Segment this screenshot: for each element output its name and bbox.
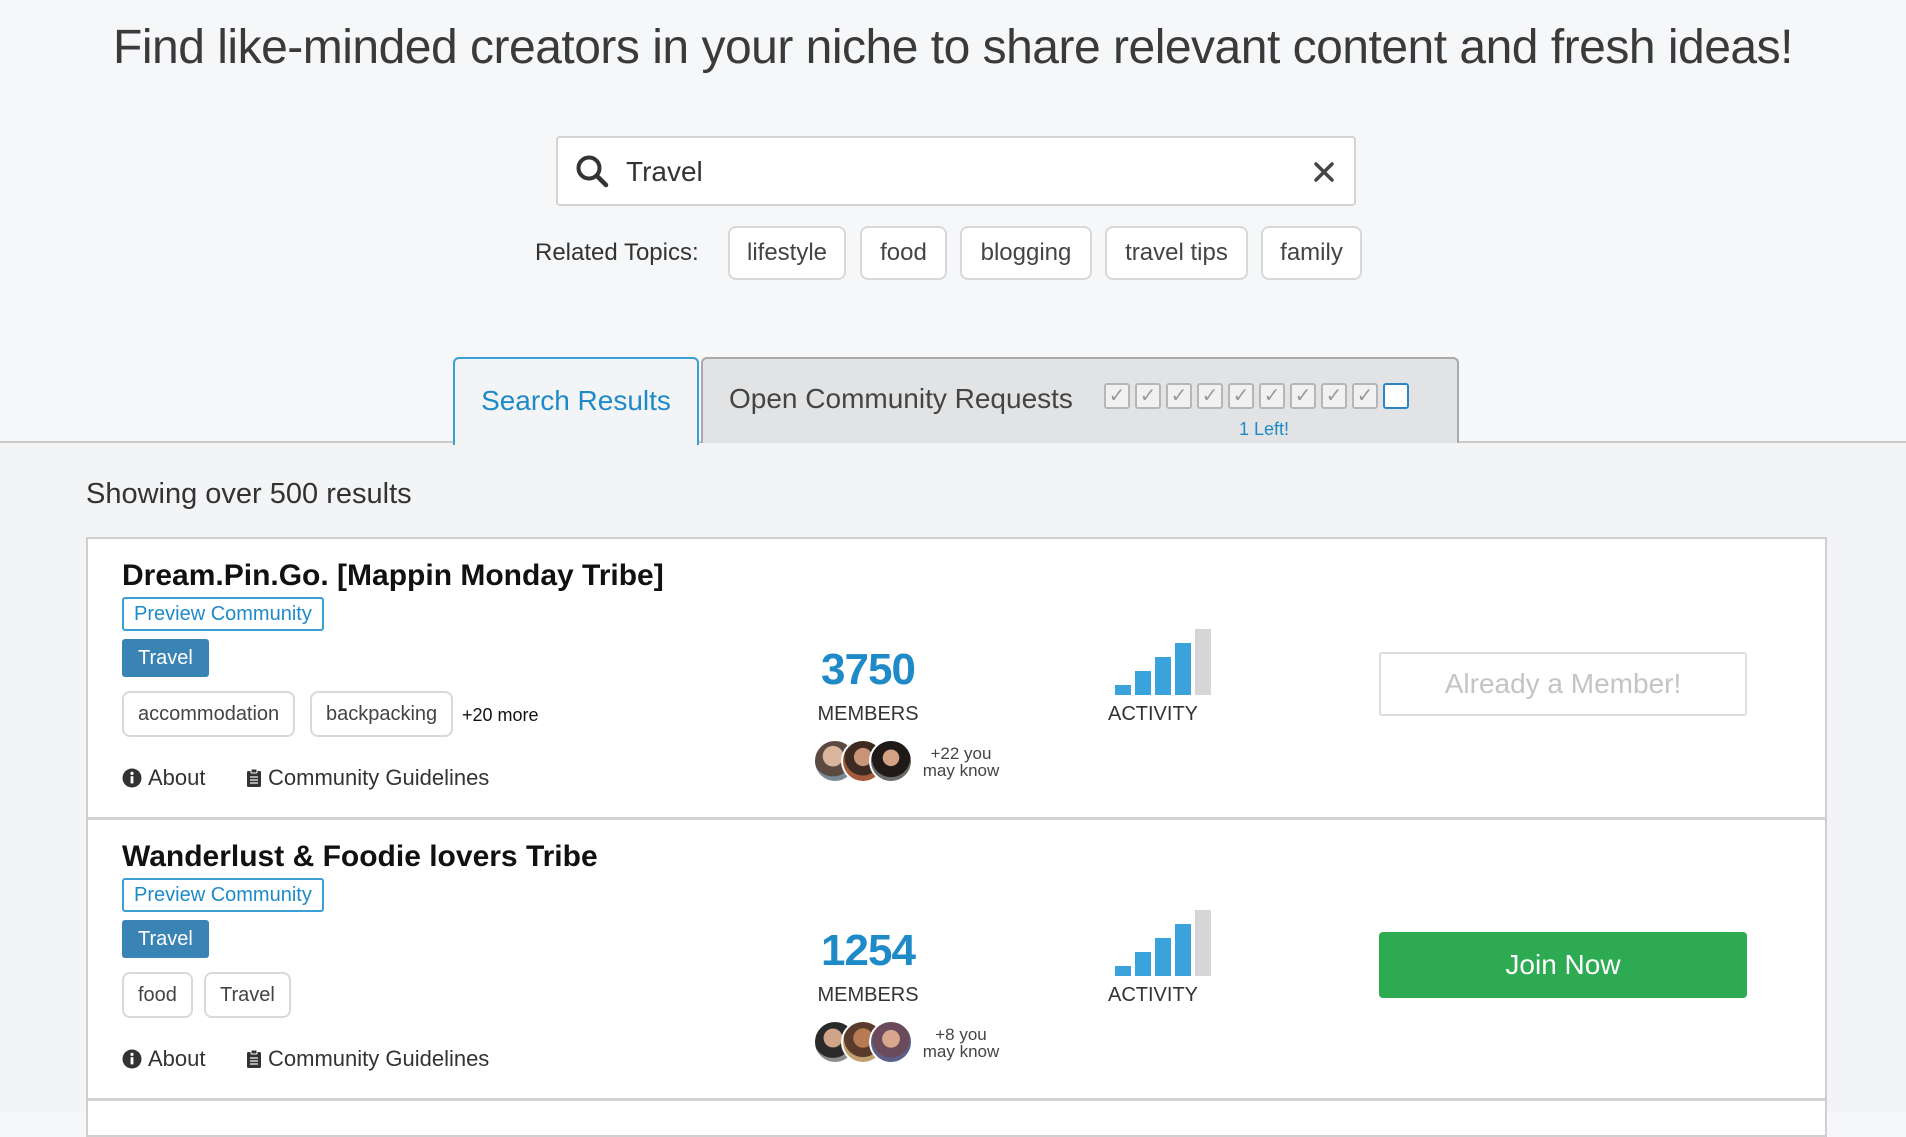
about-label: About: [148, 765, 206, 790]
search-icon: [576, 155, 609, 188]
community-title[interactable]: Dream.Pin.Go. [Mappin Monday Tribe]: [122, 559, 664, 593]
request-box-used: ✓: [1166, 383, 1192, 409]
info-icon: [122, 1049, 142, 1069]
know-count: +22 you: [930, 744, 992, 763]
activity-bars-icon: [1115, 910, 1211, 976]
activity-label: ACTIVITY: [1107, 703, 1198, 725]
request-box-used: ✓: [1321, 383, 1347, 409]
guidelines-link[interactable]: Community Guidelines: [246, 765, 489, 791]
activity-bar: [1155, 938, 1171, 976]
activity-label: ACTIVITY: [1107, 984, 1198, 1006]
members-label: MEMBERS: [817, 703, 919, 725]
about-link[interactable]: About: [122, 1046, 206, 1072]
community-card: Dream.Pin.Go. [Mappin Monday Tribe] Prev…: [88, 539, 1825, 819]
people-you-may-know[interactable]: +8 you may know: [916, 1026, 1006, 1060]
join-now-button[interactable]: Join Now: [1379, 932, 1747, 998]
requests-left-label: 1 Left!: [1239, 419, 1290, 439]
category-badge: Travel: [122, 639, 209, 677]
tag-chip[interactable]: backpacking: [310, 691, 454, 737]
request-box-used: ✓: [1228, 383, 1254, 409]
activity-bar: [1175, 924, 1191, 976]
people-you-may-know[interactable]: +22 you may know: [916, 745, 1006, 779]
preview-community-button[interactable]: Preview Community: [122, 597, 324, 631]
request-box-empty: [1383, 383, 1409, 409]
results-count: Showing over 500 results: [86, 478, 412, 510]
guidelines-label: Community Guidelines: [268, 1046, 490, 1071]
tag-chip[interactable]: accommodation: [122, 691, 296, 737]
avatar: [869, 1020, 913, 1064]
know-label: may know: [922, 761, 1000, 780]
about-link[interactable]: About: [122, 765, 206, 791]
tab-search-results[interactable]: Search Results: [453, 357, 699, 445]
clipboard-icon: [247, 1049, 261, 1068]
request-box-used: ✓: [1104, 383, 1130, 409]
tab-open-requests-label: Open Community Requests: [729, 383, 1073, 414]
request-quota-boxes: ✓ ✓ ✓ ✓ ✓ ✓ ✓ ✓ ✓: [1104, 383, 1409, 409]
mutual-avatars[interactable]: [813, 1020, 917, 1066]
tag-chip[interactable]: Travel: [204, 972, 291, 1018]
know-count: +8 you: [935, 1025, 987, 1044]
already-member-button: Already a Member!: [1379, 652, 1747, 716]
topic-chip-blogging[interactable]: blogging: [960, 226, 1092, 280]
topic-chip-food[interactable]: food: [860, 226, 947, 280]
search-input[interactable]: [624, 150, 1248, 194]
related-topics-label: Related Topics:: [535, 239, 699, 266]
mutual-avatars[interactable]: [813, 739, 917, 785]
avatar: [869, 739, 913, 783]
activity-bar: [1135, 671, 1151, 695]
activity-bars-icon: [1115, 629, 1211, 695]
preview-community-button[interactable]: Preview Community: [122, 878, 324, 912]
more-tags-link[interactable]: +20 more: [462, 705, 539, 726]
request-box-used: ✓: [1135, 383, 1161, 409]
members-label: MEMBERS: [817, 984, 919, 1006]
search-box[interactable]: [556, 136, 1356, 206]
category-badge: Travel: [122, 920, 209, 958]
topic-chip-family[interactable]: family: [1261, 226, 1362, 280]
request-box-used: ✓: [1352, 383, 1378, 409]
activity-bar: [1195, 910, 1211, 976]
close-icon[interactable]: [1310, 158, 1338, 186]
activity-bar: [1155, 657, 1171, 695]
info-icon: [122, 768, 142, 788]
members-count: 3750: [821, 645, 916, 694]
community-card: Wanderlust & Foodie lovers Tribe Preview…: [88, 820, 1825, 1100]
activity-bar: [1115, 966, 1131, 976]
row-divider: [88, 1098, 1825, 1101]
tag-chip[interactable]: food: [122, 972, 193, 1018]
about-label: About: [148, 1046, 206, 1071]
members-count: 1254: [821, 926, 916, 975]
activity-bar: [1115, 685, 1131, 695]
topic-chip-lifestyle[interactable]: lifestyle: [728, 226, 846, 280]
know-label: may know: [922, 1042, 1000, 1061]
tab-open-community-requests[interactable]: Open Community Requests ✓ ✓ ✓ ✓ ✓ ✓ ✓ ✓ ✓ 1 Left…: [701, 357, 1459, 443]
guidelines-link[interactable]: Community Guidelines: [246, 1046, 489, 1072]
page-headline: Find like-minded creators in your niche …: [113, 21, 1793, 74]
community-title[interactable]: Wanderlust & Foodie lovers Tribe: [122, 840, 598, 874]
clipboard-icon: [247, 768, 261, 787]
activity-bar: [1195, 629, 1211, 695]
activity-bar: [1135, 952, 1151, 976]
request-box-used: ✓: [1259, 383, 1285, 409]
activity-bar: [1175, 643, 1191, 695]
request-box-used: ✓: [1197, 383, 1223, 409]
results-list: Dream.Pin.Go. [Mappin Monday Tribe] Prev…: [86, 537, 1827, 1137]
topic-chip-travel-tips[interactable]: travel tips: [1105, 226, 1248, 280]
guidelines-label: Community Guidelines: [268, 765, 490, 790]
request-box-used: ✓: [1290, 383, 1316, 409]
